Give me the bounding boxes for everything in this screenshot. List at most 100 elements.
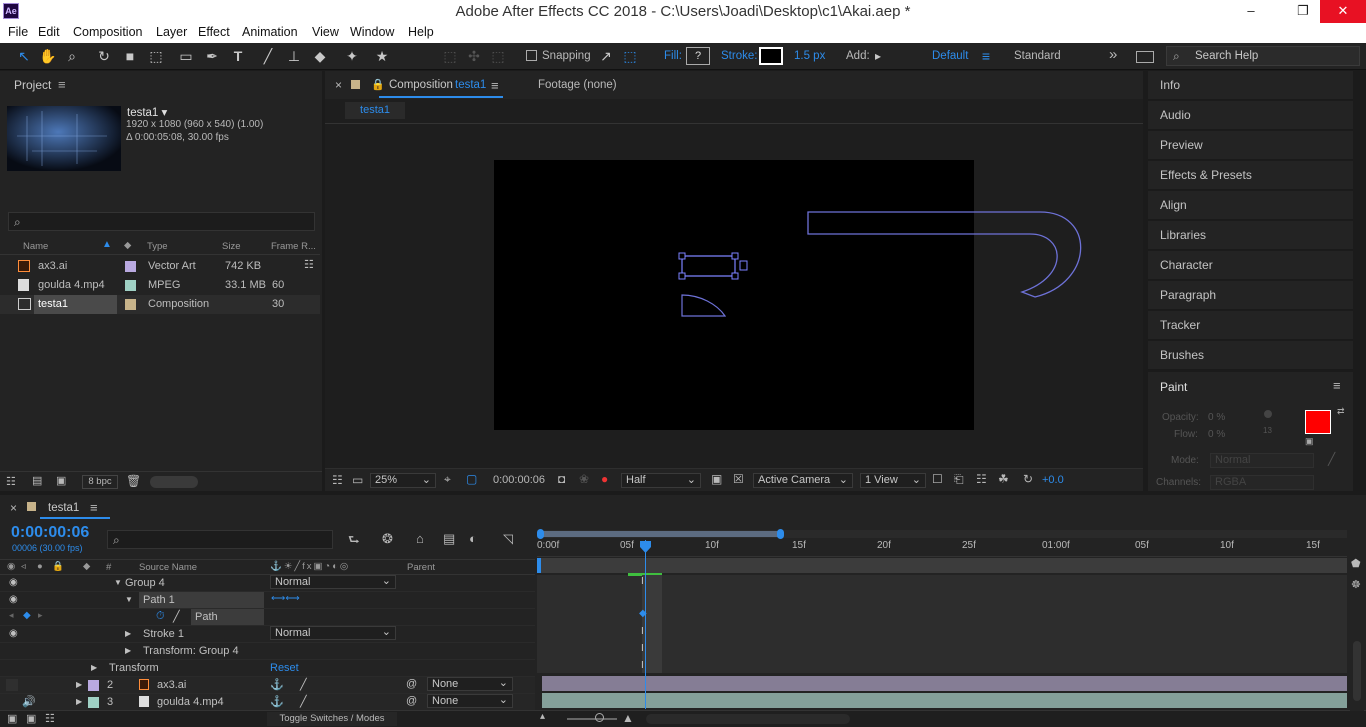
expand-arrow-icon[interactable]: ▼	[125, 595, 133, 604]
expand-arrow-icon[interactable]: ▶	[91, 663, 97, 672]
path-direction-icons[interactable]: ⟷⟷	[271, 593, 300, 604]
menu-help[interactable]: Help	[408, 25, 434, 39]
toggle-switches-modes[interactable]: Toggle Switches / Modes	[267, 712, 397, 726]
type-tool-icon[interactable]: T	[228, 47, 248, 66]
blend-mode-dropdown[interactable]: Normal ⌄	[270, 626, 396, 640]
time-ruler[interactable]: 0:00f 05f 10f 15f 20f 25f 01:00f 05f 10f…	[537, 539, 1347, 557]
graph-editor-icon[interactable]: ◹	[503, 531, 513, 547]
label-color-swatch[interactable]	[125, 299, 136, 310]
col-name[interactable]: Name	[23, 241, 48, 252]
work-area-start-handle[interactable]	[537, 529, 544, 539]
eye-icon[interactable]: ◉	[9, 628, 18, 639]
motion-blur-icon[interactable]: ◐	[469, 531, 477, 546]
selection-tool-icon[interactable]: ↖	[14, 47, 34, 66]
next-keyframe-icon[interactable]: ▸	[38, 610, 43, 621]
menu-effect[interactable]: Effect	[198, 25, 230, 39]
shy-layers-icon[interactable]: ⌂	[416, 531, 424, 546]
paint-title[interactable]: Paint	[1160, 380, 1187, 394]
snap-edges-icon[interactable]: ↗	[596, 47, 616, 66]
property-row-path[interactable]: ◉ ▼ Path 1 ⟷⟷	[0, 592, 535, 609]
close-button[interactable]: ✕	[1320, 0, 1366, 23]
solo-icon[interactable]: ●	[37, 561, 43, 572]
timeline-graph-area[interactable]: 0:00f 05f 10f 15f 20f 25f 01:00f 05f 10f…	[537, 526, 1347, 709]
stroke-width[interactable]: 1.5 px	[794, 50, 825, 62]
eraser-tool-icon[interactable]: ◆	[310, 47, 330, 66]
stopwatch-icon[interactable]: ⏱	[156, 610, 165, 623]
bit-depth-button[interactable]: 8 bpc	[82, 475, 118, 489]
search-help-field[interactable]: ⌕ Search Help	[1166, 46, 1360, 66]
audio-speaker-icon[interactable]: 🔊	[22, 695, 36, 708]
expand-arrow-icon[interactable]: ▶	[125, 646, 131, 655]
comp-button-icon[interactable]: ☸	[1351, 578, 1361, 591]
color-channels-icon[interactable]: ●	[601, 472, 608, 486]
clone-stamp-tool-icon[interactable]: ⊥	[284, 47, 304, 66]
pick-whip-icon[interactable]: @	[406, 678, 417, 690]
stroke-label[interactable]: Stroke:	[721, 50, 757, 62]
zoom-slider-thumb[interactable]	[595, 713, 604, 722]
rectangle-tool-icon[interactable]: ▭	[176, 47, 196, 66]
snapping-checkbox[interactable]	[526, 50, 537, 61]
fill-swatch[interactable]: ?	[686, 47, 710, 65]
flowchart-icon[interactable]: ☘	[998, 472, 1009, 486]
close-tab-icon[interactable]: ×	[335, 78, 342, 92]
project-row[interactable]: goulda 4.mp4 MPEG 33.1 MB 60	[0, 276, 320, 295]
menu-file[interactable]: File	[8, 25, 28, 39]
sync-settings-icon[interactable]	[1136, 51, 1154, 63]
layer-row[interactable]: 🔊 ▶ 3 goulda 4.mp4 ⚓ ╱ @ None ⌄	[0, 694, 535, 711]
pen-tool-icon[interactable]: ✒	[202, 47, 222, 66]
composition-tab-label[interactable]: Composition	[389, 79, 453, 91]
interpret-footage-icon[interactable]: ☷	[6, 475, 16, 488]
panel-audio[interactable]: Audio	[1148, 101, 1353, 130]
label-color-swatch[interactable]	[88, 680, 99, 691]
footage-tab[interactable]: Footage (none)	[538, 79, 617, 91]
timeline-search-input[interactable]: ⌕	[107, 530, 333, 549]
timeline-scrollbar[interactable]	[646, 714, 850, 724]
playhead-handle[interactable]	[639, 540, 652, 554]
col-frame-rate[interactable]: Frame R...	[271, 241, 316, 252]
keyframe-i-beam[interactable]: I	[641, 626, 644, 637]
always-preview-icon[interactable]: ☷	[332, 473, 343, 487]
panel-menu-icon[interactable]: ≡	[491, 78, 499, 93]
video-toggle-icon[interactable]: ◉	[7, 561, 15, 572]
property-row-path-value[interactable]: ◂ ◆ ▸ ⏱ ╱ Path	[0, 609, 535, 626]
timeline-icon[interactable]: ☷	[976, 472, 987, 486]
region-of-interest-icon[interactable]: ▣	[711, 472, 722, 486]
fill-label[interactable]: Fill:	[664, 50, 682, 62]
snap-features-icon[interactable]: ⬚	[620, 47, 640, 66]
trash-icon[interactable]: 🗑	[126, 474, 141, 488]
exposure-value[interactable]: +0.0	[1042, 474, 1064, 486]
shape-paths-overlay[interactable]	[325, 124, 1143, 464]
project-item-name[interactable]: testa1 ▾	[127, 105, 167, 119]
video-switch-empty[interactable]	[6, 679, 18, 691]
viewer-timecode[interactable]: 0:00:00:06	[493, 474, 545, 486]
close-tab-icon[interactable]: ×	[10, 501, 17, 515]
layer-switches-icon[interactable]: ▣	[7, 712, 17, 725]
brush-tool-icon[interactable]: ╱	[258, 47, 278, 66]
property-row-stroke[interactable]: ◉ ▶ Stroke 1 Normal ⌄	[0, 626, 535, 643]
comp-mini-flowchart-icon[interactable]: ⮑	[348, 531, 360, 553]
composition-tab-name[interactable]: testa1	[455, 79, 486, 91]
project-search-input[interactable]: ⌕	[8, 212, 315, 231]
panel-effects-presets[interactable]: Effects & Presets	[1148, 161, 1353, 190]
panel-brushes[interactable]: Brushes	[1148, 341, 1353, 370]
default-colors-icon[interactable]: ▣	[1305, 436, 1314, 447]
more-workspaces-icon[interactable]: »	[1109, 46, 1117, 63]
prev-keyframe-icon[interactable]: ◂	[9, 610, 14, 621]
panel-preview[interactable]: Preview	[1148, 131, 1353, 160]
work-area-end-handle[interactable]	[777, 529, 784, 539]
views-dropdown[interactable]: 1 View ⌄	[860, 473, 926, 488]
property-row-transform-group[interactable]: ▶ Transform: Group 4	[0, 643, 535, 660]
col-type[interactable]: Type	[147, 241, 168, 252]
transparency-grid-icon[interactable]: ☒	[733, 472, 744, 486]
parent-dropdown[interactable]: None ⌄	[427, 677, 513, 691]
label-color-swatch[interactable]	[88, 697, 99, 708]
safe-zones-icon[interactable]: ⌖	[444, 472, 451, 487]
blend-mode-dropdown[interactable]: Normal ⌄	[270, 575, 396, 589]
shy-switch-icon[interactable]: ⚓	[270, 695, 284, 708]
camera-tool-icon[interactable]: ■	[120, 47, 140, 66]
current-time[interactable]: 0:00:00:06	[11, 524, 89, 542]
panel-menu-icon[interactable]: ≡	[1333, 378, 1341, 393]
workspace-default[interactable]: Default	[932, 50, 968, 62]
expand-arrow-icon[interactable]: ▶	[76, 697, 82, 706]
menu-animation[interactable]: Animation	[242, 25, 298, 39]
